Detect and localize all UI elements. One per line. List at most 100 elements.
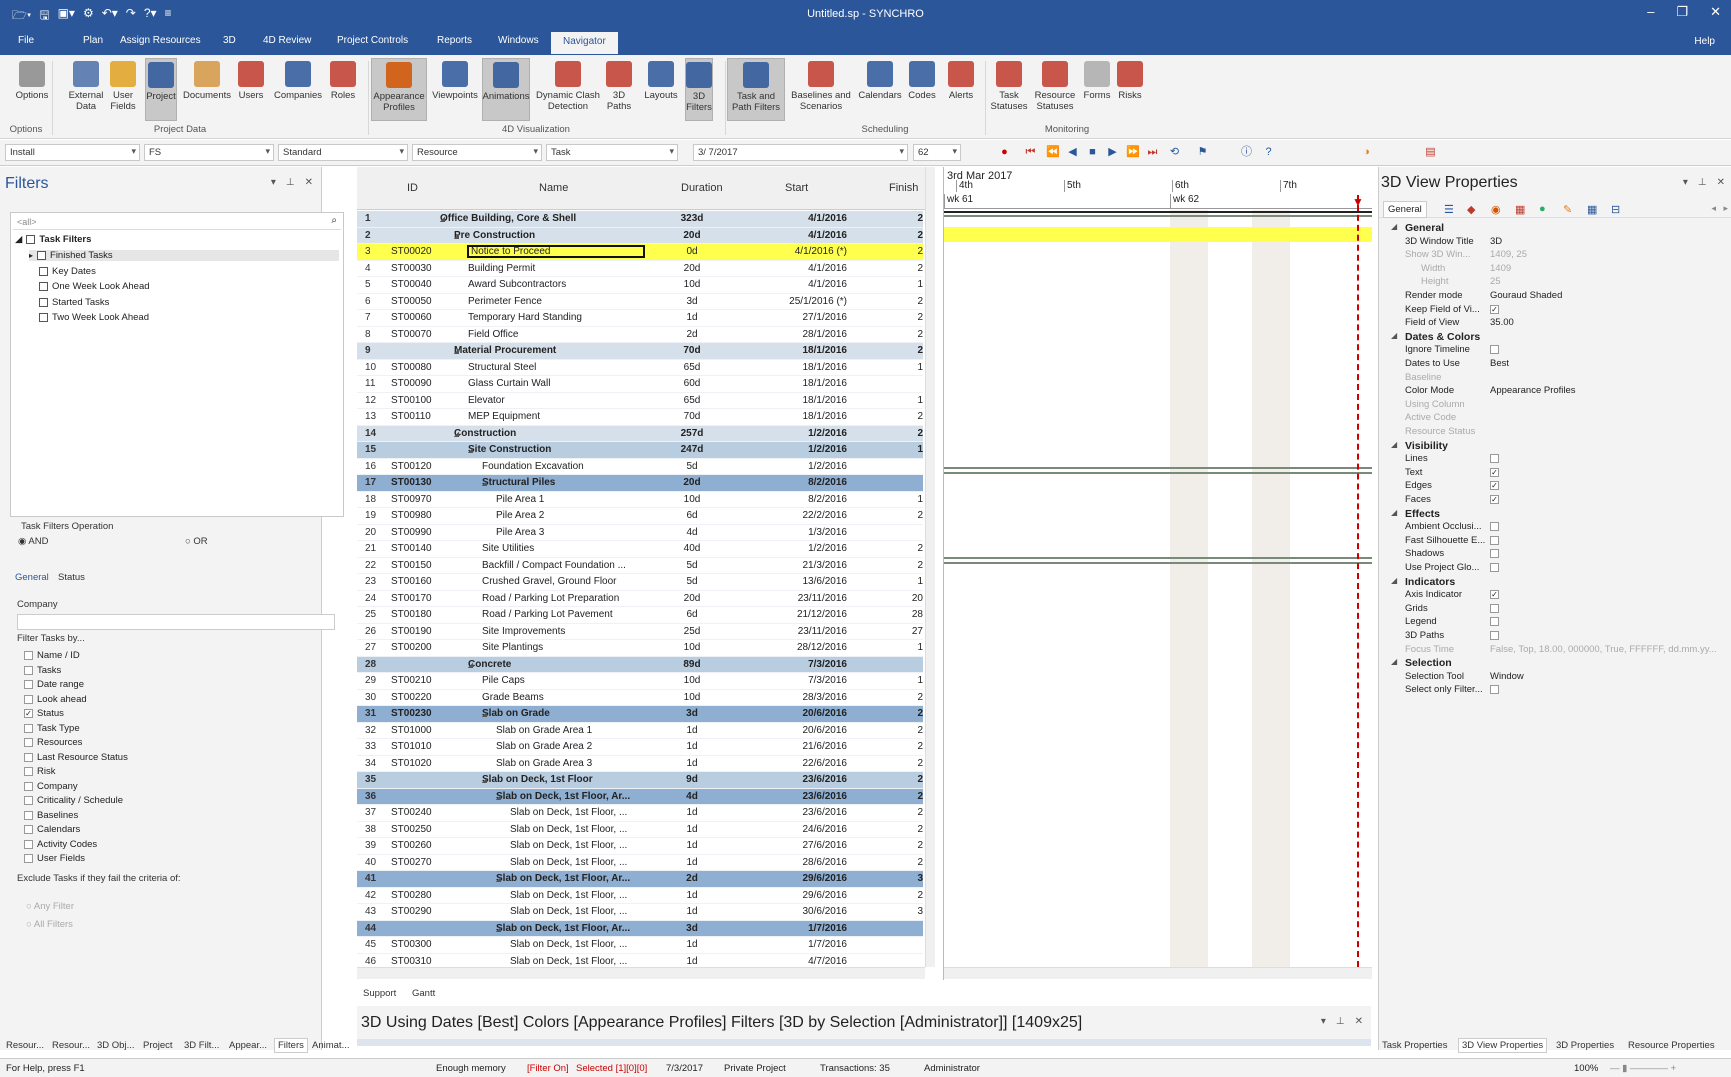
first-icon[interactable]: ⏮ — [1024, 146, 1037, 159]
table-row[interactable]: 26 ST00190 Site Improvements 25d 23/11/2016 2… — [357, 624, 923, 640]
collapse-icon[interactable]: ◢ — [454, 430, 459, 438]
task-name[interactable]: Site Plantings — [482, 642, 662, 653]
table-row[interactable]: 42 ST00280 Slab on Deck, 1st Floor, ... 1d 2… — [357, 888, 923, 904]
collapse-icon[interactable]: ◢ — [482, 479, 487, 487]
close-icon[interactable]: ✕ — [1717, 177, 1725, 188]
table-row[interactable]: 33 ST01010 Slab on Grade Area 2 1d 21/6/2016… — [357, 739, 923, 756]
next-icon[interactable]: ▸ — [1723, 203, 1728, 214]
property-checkbox[interactable] — [1490, 631, 1499, 640]
table-row[interactable]: 23 ST00160 Crushed Gravel, Ground Floor 5d 1… — [357, 574, 923, 591]
date-picker[interactable]: 3/ 7/2017 — [693, 144, 908, 161]
table-row[interactable]: 32 ST01000 Slab on Grade Area 1 1d 20/6/2016… — [357, 723, 923, 739]
gantt-hscrollbar[interactable] — [944, 967, 1372, 979]
property-value[interactable]: Appearance Profiles — [1490, 385, 1576, 396]
collapse-icon[interactable]: ◢ — [454, 232, 459, 240]
filter-by-checkbox[interactable] — [24, 752, 33, 762]
ribbon-animations-button[interactable]: Animations — [482, 58, 530, 121]
table-row[interactable]: 29 ST00210 Pile Caps 10d 7/3/2016 1 — [357, 673, 923, 690]
property-checkbox[interactable] — [1490, 454, 1499, 464]
filter-by-item[interactable]: Resources — [24, 737, 82, 748]
table-row[interactable]: 44 ◢ Slab on Deck, 1st Floor, Ar... 3d 1/7/… — [357, 920, 923, 937]
filter-by-checkbox[interactable] — [24, 839, 33, 849]
combo-relationship[interactable]: FS — [144, 144, 274, 161]
filter-item[interactable]: Started Tasks — [29, 297, 339, 308]
task-name[interactable]: Site Utilities — [482, 543, 662, 554]
tab-animat-[interactable]: Animat... — [312, 1040, 350, 1051]
property-checkbox[interactable] — [1490, 522, 1499, 532]
task-name[interactable]: ◢ Slab on Grade — [482, 708, 662, 719]
ribbon-risks-button[interactable]: Risks — [1116, 58, 1144, 101]
filter-by-checkbox[interactable] — [24, 694, 33, 704]
filter-checkbox[interactable] — [39, 297, 48, 307]
tab-status[interactable]: Status — [58, 572, 85, 583]
table-row[interactable]: 22 ST00150 Backfill / Compact Foundation .… — [357, 558, 923, 574]
pin-icon[interactable]: ⊥ — [1336, 1016, 1345, 1027]
combo-calendar[interactable]: Standard — [278, 144, 408, 161]
task-name[interactable]: Site Improvements — [482, 626, 662, 637]
tab-navigator[interactable]: Navigator — [551, 32, 618, 54]
ribbon-viewpoints-button[interactable]: Viewpoints — [430, 58, 480, 101]
filter-by-checkbox[interactable] — [24, 854, 33, 863]
property-checkbox[interactable] — [1490, 603, 1499, 613]
task-name[interactable]: Field Office — [468, 329, 648, 340]
task-name[interactable]: Grade Beams — [482, 692, 662, 703]
filter-by-item[interactable]: Last Resource Status — [24, 752, 128, 763]
zoom-slider[interactable]: — ▮ ———— + — [1610, 1063, 1676, 1074]
table-row[interactable]: 31 ST00230 ◢ Slab on Grade 3d 20/6/2016 2 — [357, 706, 923, 723]
task-name[interactable]: Elevator — [468, 395, 648, 406]
tab-file[interactable]: File — [18, 35, 34, 46]
tab-3d-filt-[interactable]: 3D Filt... — [184, 1040, 219, 1051]
collapse-icon[interactable]: ◢ — [1391, 440, 1397, 449]
property-checkbox[interactable] — [1490, 345, 1499, 355]
collapse-icon[interactable]: ◢ — [496, 875, 501, 883]
property-checkbox[interactable]: ✓ — [1490, 590, 1499, 600]
table-row[interactable]: 35 ◢ Slab on Deck, 1st Floor 9d 23/6/2016 2 — [357, 772, 923, 789]
filter-by-item[interactable]: Task Type — [24, 723, 80, 734]
task-name[interactable]: ◢ Office Building, Core & Shell — [440, 213, 620, 224]
tab-project-controls[interactable]: Project Controls — [337, 35, 408, 46]
table-row[interactable]: 13 ST00110 MEP Equipment 70d 18/1/2016 2 — [357, 409, 923, 426]
table-row[interactable]: 17 ST00130 ◢ Structural Piles 20d 8/2/2016 — [357, 475, 923, 492]
filter-checkbox[interactable] — [39, 266, 48, 276]
ribbon-project-button[interactable]: Project — [145, 58, 177, 121]
filter-by-checkbox[interactable] — [24, 665, 33, 675]
collapse-icon[interactable]: ◢ — [482, 776, 487, 784]
task-name[interactable]: Pile Area 3 — [496, 527, 676, 538]
radio-or[interactable]: ○ OR — [185, 536, 208, 547]
collapse-icon[interactable]: ◢ — [1391, 331, 1397, 340]
ribbon-dynamic-clash-detection-button[interactable]: Dynamic Clash Detection — [536, 58, 600, 112]
tab-project[interactable]: Project — [143, 1040, 173, 1051]
ribbon-roles-button[interactable]: Roles — [328, 58, 358, 101]
tab-resour-[interactable]: Resour... — [6, 1040, 44, 1051]
filter-by-checkbox[interactable] — [24, 738, 33, 747]
property-row[interactable]: Select only Filter... — [1379, 683, 1731, 698]
expand-icon[interactable]: ◢ — [15, 234, 22, 245]
ribbon-baselines-and-scenarios-button[interactable]: Baselines and Scenarios — [788, 58, 854, 112]
radio-and[interactable]: ◉ AND — [18, 536, 48, 547]
grid-vscrollbar[interactable] — [925, 167, 935, 967]
dropdown-icon[interactable]: ▾ — [1321, 1016, 1326, 1027]
table-row[interactable]: 24 ST00170 Road / Parking Lot Preparation 2… — [357, 591, 923, 607]
task-name[interactable]: Slab on Grade Area 2 — [496, 741, 676, 752]
loop-icon[interactable]: ⟲ — [1168, 146, 1181, 159]
close-icon[interactable]: ✕ — [1355, 1016, 1363, 1027]
table-row[interactable]: 38 ST00250 Slab on Deck, 1st Floor, ... 1d 2… — [357, 822, 923, 838]
filter-by-checkbox[interactable] — [24, 825, 33, 834]
company-field[interactable] — [17, 614, 335, 630]
task-name[interactable]: Backfill / Compact Foundation ... — [482, 560, 662, 571]
dropdown-icon[interactable]: ▾ — [1683, 177, 1688, 188]
tab-gantt[interactable]: Gantt — [412, 988, 435, 999]
table-row[interactable]: 5 ST00040 Award Subcontractors 10d 4/1/2016 1 — [357, 277, 923, 294]
combo-install[interactable]: Install — [5, 144, 140, 161]
close-icon[interactable]: ✕ — [305, 177, 313, 188]
property-checkbox[interactable] — [1490, 685, 1499, 695]
filter-root-checkbox[interactable] — [26, 235, 36, 244]
table-row[interactable]: 9 ◢ Material Procurement 70d 18/1/2016 2 — [357, 343, 923, 360]
table-row[interactable]: 21 ST00140 Site Utilities 40d 1/2/2016 2 — [357, 541, 923, 558]
table-row[interactable]: 3 ST00020 Notice to Proceed 0d 4/1/2016 (*) 2 — [357, 244, 923, 261]
zoom-stepper[interactable]: 62 — [913, 144, 961, 161]
table-row[interactable]: 10 ST00080 Structural Steel 65d 18/1/2016 1 — [357, 360, 923, 376]
task-name[interactable]: Award Subcontractors — [468, 279, 648, 290]
table-row[interactable]: 27 ST00200 Site Plantings 10d 28/12/2016 1 — [357, 640, 923, 657]
task-name[interactable]: Notice to Proceed — [467, 245, 645, 258]
